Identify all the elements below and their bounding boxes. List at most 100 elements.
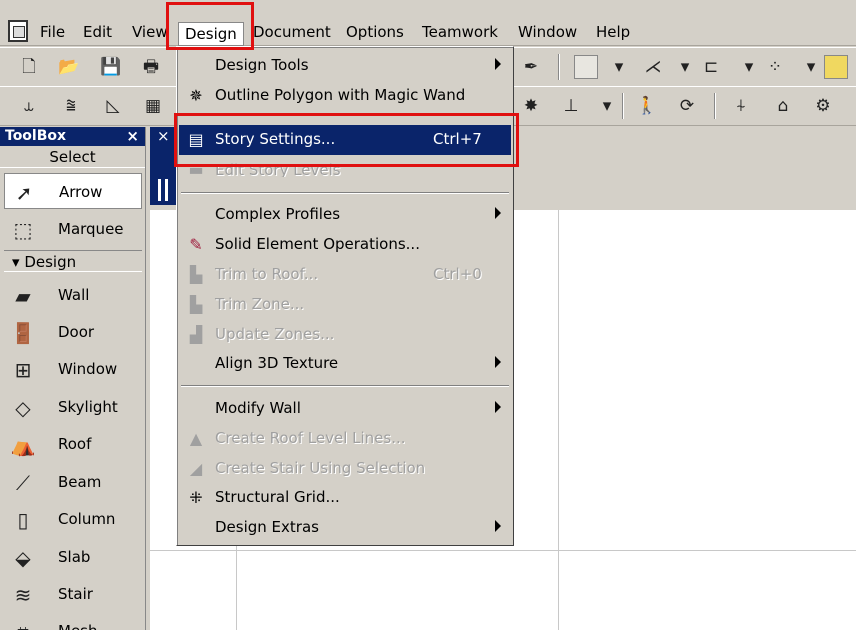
stair-icon: ≋	[14, 583, 32, 607]
tool-wall[interactable]: ▰ Wall	[4, 277, 142, 313]
chevron-down-icon[interactable]: ▾	[674, 56, 696, 78]
tool-slab[interactable]: ⬙ Slab	[4, 539, 142, 575]
menu-edit[interactable]: Edit	[83, 22, 112, 44]
menu-item-edit-story-levels[interactable]: ▬ Edit Story Levels	[179, 155, 511, 177]
pin-icon[interactable]: ⥿	[18, 95, 40, 117]
grip-icon[interactable]	[158, 179, 168, 201]
menu-help[interactable]: Help	[596, 22, 630, 44]
submenu-arrow-icon	[495, 356, 501, 368]
design-menu-dropdown: Design Tools ✵ Outline Polygon with Magi…	[176, 46, 514, 546]
story-settings-icon: ▤	[188, 130, 204, 149]
info-box-panel: ×	[150, 127, 178, 205]
menu-item-create-roof-level-lines[interactable]: ▲ Create Roof Level Lines...	[179, 424, 511, 454]
menu-design[interactable]: Design	[178, 22, 244, 46]
app-document-icon[interactable]	[8, 20, 28, 42]
menu-item-outline-polygon[interactable]: ✵ Outline Polygon with Magic Wand	[179, 81, 511, 111]
angle-snap-icon[interactable]: ⋌	[642, 56, 664, 78]
chevron-down-icon[interactable]: ▾	[608, 56, 630, 78]
slab-icon: ⬙	[15, 546, 31, 570]
walk-icon[interactable]: 🚶	[636, 95, 658, 117]
settings-icon[interactable]: ⚙	[812, 95, 834, 117]
menu-file[interactable]: File	[40, 22, 65, 44]
toolbox-title: ToolBox	[5, 128, 67, 144]
menu-item-label: Create Roof Level Lines...	[215, 429, 406, 447]
submenu-arrow-icon	[495, 401, 501, 413]
menu-item-solid-element-ops[interactable]: ✎ Solid Element Operations...	[179, 230, 511, 260]
tool-label: Mesh	[58, 622, 98, 630]
solid-ops-icon: ✎	[189, 235, 203, 254]
tool-marquee[interactable]: ⬚ Marquee	[4, 211, 142, 247]
open-folder-icon[interactable]: 📂	[58, 56, 80, 78]
chevron-down-icon[interactable]: ▾	[738, 56, 760, 78]
dimension-tool-icon[interactable]: ⊏	[700, 56, 722, 78]
menu-item-label: Create Stair Using Selection	[215, 459, 426, 477]
pattern-icon[interactable]: ▦	[142, 95, 164, 117]
save-icon[interactable]: 💾	[100, 56, 122, 78]
menu-window[interactable]: Window	[518, 22, 577, 44]
menu-item-update-zones[interactable]: ▟ Update Zones...	[179, 320, 511, 350]
chevron-down-icon[interactable]: ▾	[596, 95, 618, 117]
render-icon[interactable]: ✸	[520, 95, 542, 117]
menu-item-label: Trim to Roof...	[215, 265, 319, 283]
tool-beam[interactable]: ⟋ Beam	[4, 464, 142, 500]
select-section-header[interactable]: Select	[0, 146, 145, 168]
tool-label: Door	[58, 323, 95, 341]
menu-separator	[181, 192, 509, 194]
tool-door[interactable]: 🚪 Door	[4, 314, 142, 350]
stair-selection-icon: ◢	[189, 459, 203, 478]
tool-roof[interactable]: ⛺ Roof	[4, 426, 142, 462]
menu-document[interactable]: Document	[253, 22, 331, 44]
submenu-arrow-icon	[495, 58, 501, 70]
column-icon: ▯	[17, 508, 29, 532]
tool-stair[interactable]: ≋ Stair	[4, 576, 142, 612]
menu-item-structural-grid[interactable]: ⁜ Structural Grid...	[179, 483, 511, 513]
orbit-icon[interactable]: ⟳	[676, 95, 698, 117]
print-icon[interactable]: 🖶	[140, 56, 162, 78]
axis-icon[interactable]: ⊥	[560, 95, 582, 117]
structural-grid-icon: ⁜	[189, 488, 203, 507]
tool-arrow[interactable]: ➚ Arrow	[4, 173, 142, 209]
menu-item-label: Structural Grid...	[215, 488, 340, 506]
menu-item-trim-to-roof[interactable]: ▙ Trim to Roof... Ctrl+0	[179, 260, 511, 290]
tool-skylight[interactable]: ◇ Skylight	[4, 389, 142, 425]
grid-snap-icon[interactable]: ⁘	[764, 56, 786, 78]
menu-view[interactable]: View	[132, 22, 168, 44]
menu-item-trim-zone[interactable]: ▙ Trim Zone...	[179, 290, 511, 320]
section-icon[interactable]: ⍭	[730, 95, 752, 117]
story-levels-icon: ▬	[188, 160, 204, 177]
fill-icon[interactable]: ◺	[102, 95, 124, 117]
menu-item-design-extras[interactable]: Design Extras	[179, 513, 511, 543]
eyedropper-icon[interactable]: ✒	[520, 56, 542, 78]
menu-item-complex-profiles[interactable]: Complex Profiles	[179, 200, 511, 230]
menu-options[interactable]: Options	[346, 22, 404, 44]
tool-column[interactable]: ▯ Column	[4, 501, 142, 537]
menu-item-label: Align 3D Texture	[215, 354, 339, 372]
menu-item-label: Story Settings...	[215, 130, 336, 148]
tool-label: Stair	[58, 585, 93, 603]
tool-mesh[interactable]: ⌗ Mesh	[4, 613, 142, 630]
house-icon[interactable]: ⌂	[772, 95, 794, 117]
grid-line	[558, 210, 559, 630]
menu-teamwork[interactable]: Teamwork	[422, 22, 498, 44]
menu-item-design-tools[interactable]: Design Tools	[179, 51, 511, 81]
new-file-icon[interactable]: 🗋	[18, 56, 40, 78]
mesh-icon: ⌗	[10, 619, 36, 630]
tool-window[interactable]: ⊞ Window	[4, 351, 142, 387]
close-icon[interactable]: ×	[157, 127, 170, 145]
menu-item-label: Outline Polygon with Magic Wand	[215, 86, 466, 104]
chevron-down-icon[interactable]: ▾	[800, 56, 822, 78]
trim-roof-icon: ▙	[189, 265, 203, 284]
menu-item-create-stair[interactable]: ◢ Create Stair Using Selection	[179, 454, 511, 484]
menu-item-modify-wall[interactable]: Modify Wall	[179, 394, 511, 424]
tool-label: Column	[58, 510, 116, 528]
menu-item-label: Complex Profiles	[215, 205, 341, 223]
design-section-header[interactable]: ▾ Design	[4, 250, 142, 272]
layers-icon[interactable]	[824, 55, 848, 79]
close-icon[interactable]: ×	[126, 127, 139, 146]
roof-level-icon: ▲	[189, 429, 203, 448]
menu-item-align-3d-texture[interactable]: Align 3D Texture	[179, 349, 511, 379]
hatch-icon[interactable]: ⩰	[60, 95, 82, 117]
tool-label: Wall	[58, 286, 90, 304]
menu-item-story-settings[interactable]: ▤ Story Settings... Ctrl+7	[179, 125, 511, 155]
snap-point-icon[interactable]	[574, 55, 598, 79]
